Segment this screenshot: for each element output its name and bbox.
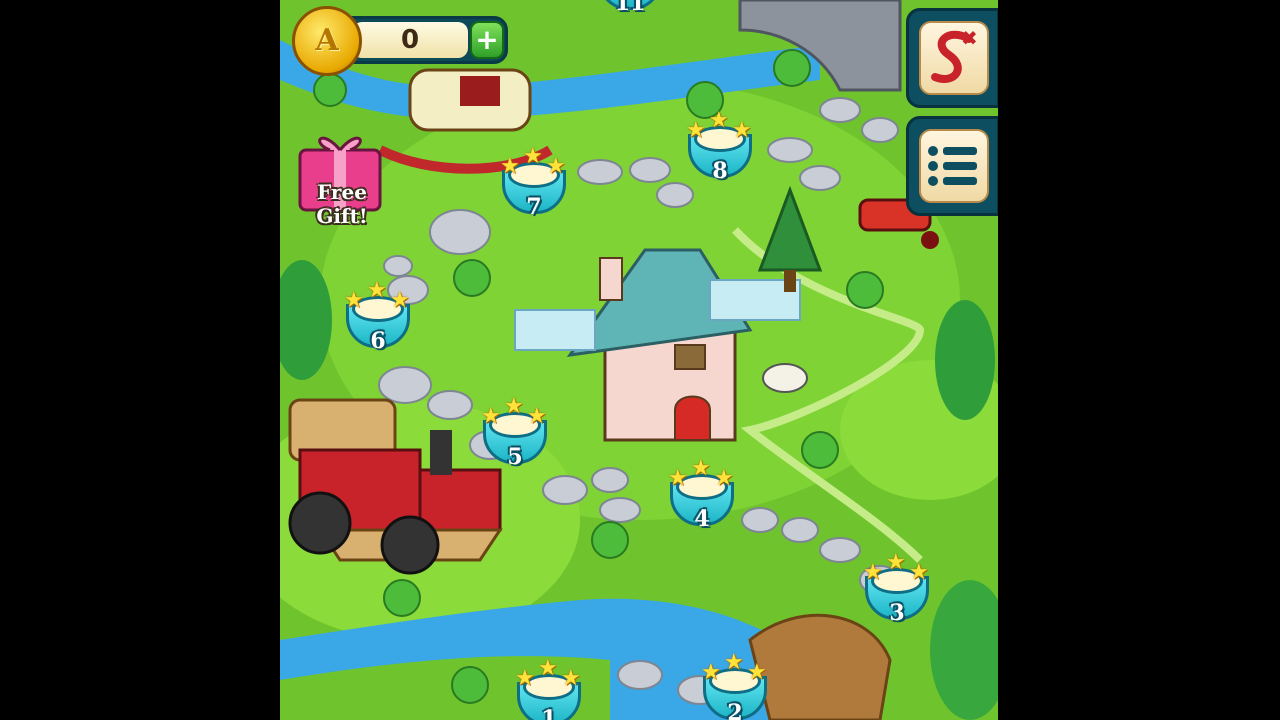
currency-amount: 0 [400, 25, 420, 55]
star-icon: ★ [527, 404, 547, 429]
level-number: 3 [889, 600, 905, 626]
currency-bar: 0 A + [292, 6, 510, 76]
star-icon: ★ [668, 466, 688, 491]
game-viewport: ★ ★ ★ 1 ★ ★ ★ 2 ★ ★ ★ 3 ★ ★ ★ 4 ★ ★ ★ 5 ★ ★ ★ 6 ★ ★ ★ … [280, 0, 998, 720]
level-node-4[interactable]: ★ ★ ★ 4 [660, 456, 744, 542]
star-icon: ★ [747, 660, 767, 685]
star-icon: ★ [714, 466, 734, 491]
star-icon: ★ [886, 550, 906, 575]
level-number: 2 [727, 700, 743, 720]
add-coins-button[interactable]: + [470, 21, 504, 59]
list-menu-icon [928, 146, 977, 186]
menu-button[interactable] [906, 116, 998, 216]
level-number: 1 [541, 706, 557, 720]
star-icon: ★ [504, 394, 524, 419]
level-node-7[interactable]: ★ ★ ★ 7 [492, 144, 576, 230]
level-number: 7 [526, 194, 542, 220]
free-gift-line1: Free [317, 180, 367, 204]
star-icon: ★ [701, 660, 721, 685]
saga-map-button[interactable]: ✖ [906, 8, 998, 108]
star-icon: ★ [538, 656, 558, 681]
star-icon: ★ [523, 144, 543, 169]
sheep [762, 363, 808, 393]
star-icon: ★ [724, 650, 744, 675]
free-gift-label: Free Gift! [292, 180, 392, 228]
level-node-1[interactable]: ★ ★ ★ 1 [507, 656, 591, 720]
coin-letter: A [315, 23, 339, 58]
free-gift-line2: Gift! [316, 204, 368, 228]
star-icon: ★ [561, 666, 581, 691]
level-number: 11 [614, 0, 646, 16]
svg-text:✖: ✖ [961, 26, 978, 50]
coin-icon: A [292, 6, 362, 76]
star-icon: ★ [686, 118, 706, 143]
level-node-2[interactable]: ★ ★ ★ 2 [693, 650, 777, 720]
star-icon: ★ [515, 666, 535, 691]
level-node-3[interactable]: ★ ★ ★ 3 [855, 550, 939, 636]
free-gift-button[interactable]: Free Gift! [292, 128, 392, 238]
star-icon: ★ [546, 154, 566, 179]
s-path-icon: ✖ [931, 26, 978, 83]
star-icon: ★ [691, 456, 711, 481]
level-node-5[interactable]: ★ ★ ★ 5 [473, 394, 557, 480]
star-icon: ★ [390, 288, 410, 313]
star-icon: ★ [481, 404, 501, 429]
star-icon: ★ [732, 118, 752, 143]
star-icon: ★ [709, 108, 729, 133]
star-icon: ★ [863, 560, 883, 585]
star-icon: ★ [500, 154, 520, 179]
tree [935, 300, 995, 420]
level-number: 5 [507, 444, 523, 470]
level-number: 8 [712, 158, 728, 184]
level-node-8[interactable]: ★ ★ ★ 8 [678, 108, 762, 194]
star-icon: ★ [344, 288, 364, 313]
star-icon: ★ [909, 560, 929, 585]
star-icon: ★ [367, 278, 387, 303]
level-node-6[interactable]: ★ ★ ★ 6 [336, 278, 420, 364]
level-number: 6 [370, 328, 386, 354]
level-number: 4 [694, 506, 710, 532]
level-node-11[interactable]: 11 [588, 0, 672, 26]
